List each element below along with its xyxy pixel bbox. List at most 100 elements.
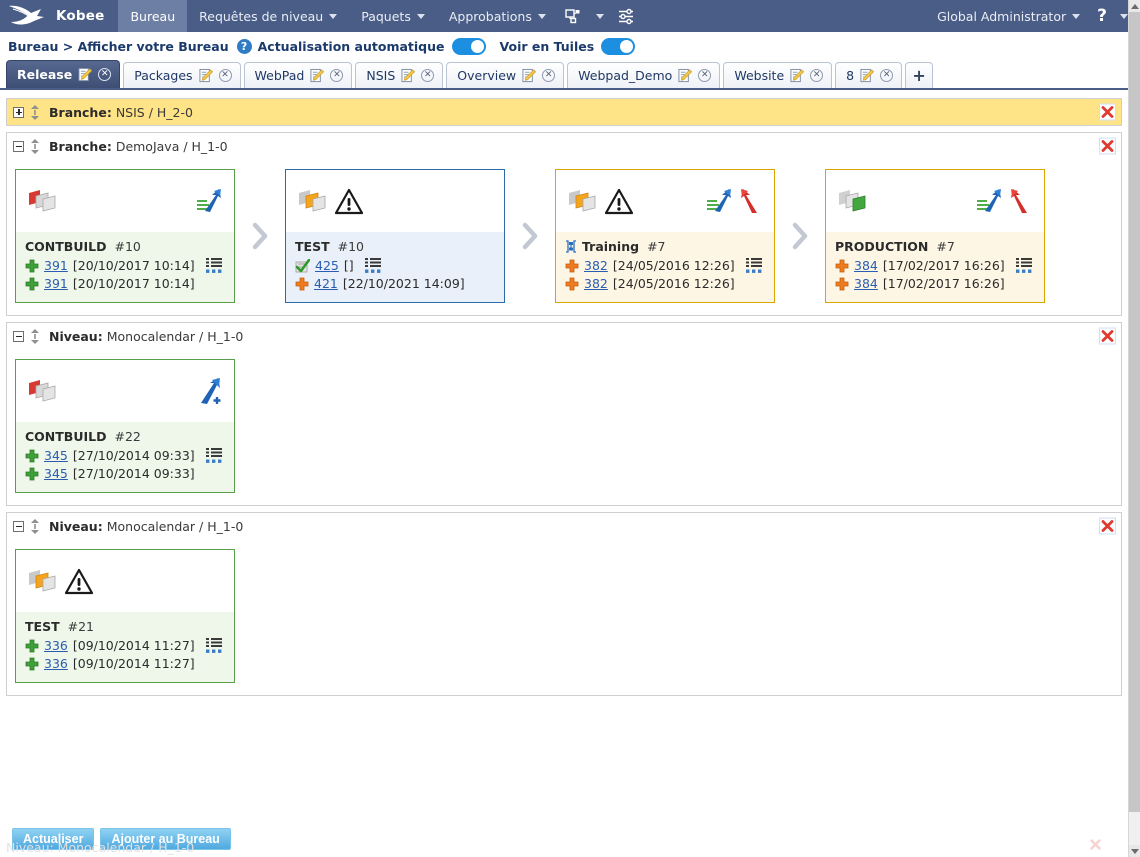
panel-close-button[interactable] (1099, 103, 1116, 121)
plus-box-icon[interactable] (13, 106, 24, 118)
minus-box-icon[interactable] (13, 520, 24, 532)
plus-orange-icon (565, 277, 579, 291)
build-link[interactable]: 336 (44, 637, 68, 655)
build-link[interactable]: 421 (314, 275, 338, 293)
build-row: 421 [22/10/2021 14:09] (295, 275, 495, 293)
vertical-scrollbar[interactable] (1128, 0, 1140, 857)
stage-tile[interactable]: Training #7 382 [24/05/2016 12:26] 382 [24/05… (555, 169, 775, 303)
tab-label: Overview (457, 68, 517, 83)
close-circle-icon[interactable]: ✕ (810, 69, 824, 82)
tile-action-icons[interactable] (195, 377, 225, 405)
tile-action-icons[interactable] (975, 187, 1035, 215)
user-menu[interactable]: Global Administrator (925, 0, 1088, 32)
edit-note-icon[interactable] (522, 68, 537, 83)
tile-title: CONTBUILD #22 (25, 429, 225, 444)
settings-button[interactable] (611, 0, 642, 32)
stage-number: #21 (67, 619, 94, 634)
build-details-icon[interactable] (364, 258, 382, 274)
close-circle-icon[interactable]: ✕ (98, 68, 112, 81)
stage-tile[interactable]: TEST #21 336 [09/10/2014 11:27] 336 [09/10/20… (15, 549, 235, 683)
nav-item-requetes-de-niveau[interactable]: Requêtes de niveau (187, 0, 349, 32)
updown-arrow-icon[interactable] (29, 104, 42, 120)
panel-kind-label: Branche: (49, 104, 112, 120)
tab-packages[interactable]: Packages ✕ (123, 62, 241, 88)
build-details-icon[interactable] (205, 448, 223, 464)
tiles-view-toggle[interactable] (601, 37, 636, 55)
tab-webpad-demo[interactable]: Webpad_Demo ✕ (567, 62, 721, 88)
build-link[interactable]: 391 (44, 275, 68, 293)
tile-icon-area (16, 360, 234, 422)
build-link[interactable]: 382 (584, 275, 608, 293)
help-button[interactable]: ? (1088, 0, 1116, 32)
build-link[interactable]: 345 (44, 447, 68, 465)
stage-tile[interactable]: PRODUCTION #7 384 [17/02/2017 16:26] 384 [17/… (825, 169, 1045, 303)
add-tab-button[interactable]: + (905, 62, 934, 88)
edit-note-icon[interactable] (678, 68, 693, 83)
scroll-down-button[interactable] (1129, 845, 1140, 857)
close-circle-icon[interactable]: ✕ (330, 69, 344, 82)
tile-action-icons[interactable] (705, 187, 765, 215)
hierarchy-button[interactable] (558, 0, 589, 32)
build-link[interactable]: 384 (854, 275, 878, 293)
panel-kind-label: Branche: (49, 138, 112, 154)
build-details-icon[interactable] (205, 258, 223, 274)
close-circle-icon[interactable]: ✕ (218, 69, 232, 82)
updown-arrow-icon[interactable] (29, 328, 42, 344)
tile-action-icons[interactable] (195, 187, 225, 215)
nav-item-paquets[interactable]: Paquets (349, 0, 437, 32)
warning-triangle-icon (604, 187, 634, 215)
build-details-icon[interactable] (1015, 258, 1033, 274)
build-link[interactable]: 336 (44, 655, 68, 673)
build-details-icon[interactable] (745, 258, 763, 274)
nav-item-label: Bureau (130, 8, 176, 24)
nav-item-approbations[interactable]: Approbations (437, 0, 558, 32)
scrollbar-thumb[interactable] (1129, 12, 1140, 812)
tab-8[interactable]: 8 ✕ (835, 62, 903, 88)
chevron-down-icon (595, 13, 604, 19)
auto-refresh-label: Actualisation automatique (257, 38, 445, 54)
auto-refresh-toggle[interactable] (451, 37, 486, 55)
edit-note-icon[interactable] (78, 67, 93, 82)
hierarchy-dropdown-button[interactable] (589, 0, 611, 32)
edit-note-icon[interactable] (199, 68, 213, 83)
tab-overview[interactable]: Overview ✕ (446, 62, 565, 88)
edit-note-icon[interactable] (401, 68, 416, 83)
panel-close-button[interactable] (1099, 137, 1116, 155)
close-circle-icon[interactable]: ✕ (880, 69, 894, 82)
question-circle-icon[interactable]: ? (236, 38, 252, 54)
tab-website[interactable]: Website ✕ (723, 62, 833, 88)
build-details-icon[interactable] (205, 638, 223, 654)
scroll-up-button[interactable] (1129, 0, 1140, 12)
close-circle-icon[interactable]: ✕ (542, 69, 556, 82)
stage-tile[interactable]: CONTBUILD #22 345 [27/10/2014 09:33] 345 [27/… (15, 359, 235, 493)
layers-orange-icon (296, 187, 330, 215)
panel-close-button[interactable] (1099, 327, 1116, 345)
close-circle-icon[interactable]: ✕ (698, 69, 712, 82)
build-link[interactable]: 391 (44, 257, 68, 275)
build-link[interactable]: 425 (315, 257, 339, 275)
edit-note-icon[interactable] (790, 68, 805, 83)
stage-tile[interactable]: TEST #10 425 [] 421 [22/10/2021 14:09] (285, 169, 505, 303)
updown-arrow-icon[interactable] (29, 138, 42, 154)
minus-box-icon[interactable] (13, 140, 24, 152)
chevron-right-icon (788, 221, 812, 251)
tile-icon-area (556, 170, 774, 232)
tab-webpad[interactable]: WebPad ✕ (243, 62, 353, 88)
breadcrumb[interactable]: Bureau > Afficher votre Bureau (8, 39, 229, 54)
build-link[interactable]: 382 (584, 257, 608, 275)
panel-close-button[interactable] (1099, 517, 1116, 535)
minus-box-icon[interactable] (13, 330, 24, 342)
build-link[interactable]: 345 (44, 465, 68, 483)
build-link[interactable]: 384 (854, 257, 878, 275)
toggle-knob (470, 39, 484, 53)
nav-item-bureau[interactable]: Bureau (118, 0, 188, 32)
tab-release[interactable]: Release ✕ (6, 60, 121, 88)
stage-tile[interactable]: CONTBUILD #10 391 [20/10/2017 10:14] 391 [20/… (15, 169, 235, 303)
close-circle-icon[interactable]: ✕ (421, 69, 435, 82)
tab-nsis[interactable]: NSIS ✕ (355, 62, 444, 88)
edit-note-icon[interactable] (860, 68, 875, 83)
tab-label: Website (734, 68, 785, 83)
edit-note-icon[interactable] (310, 68, 325, 83)
app-logo[interactable] (0, 0, 54, 32)
updown-arrow-icon[interactable] (29, 518, 42, 534)
